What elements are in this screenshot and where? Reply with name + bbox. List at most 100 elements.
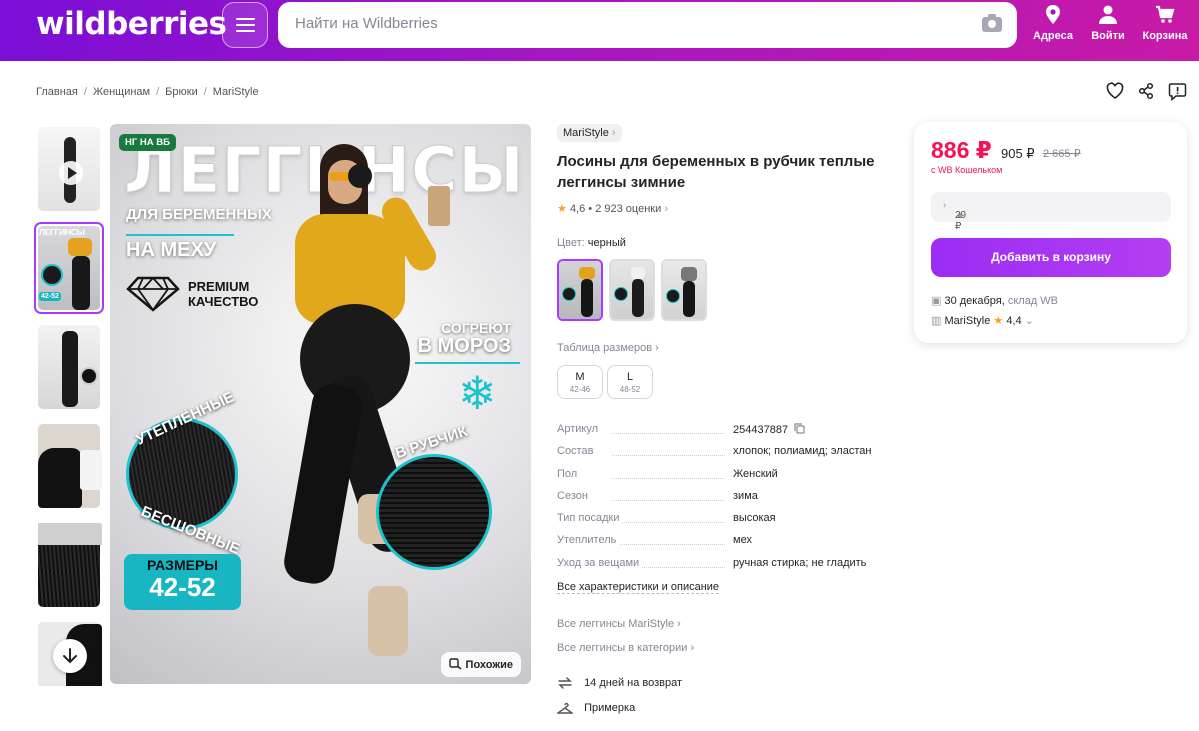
delivery-info: ▣ 30 декабря, склад WB xyxy=(931,294,1058,307)
thumbnail-video[interactable] xyxy=(34,123,104,215)
size-option-l[interactable]: L 48-52 xyxy=(607,365,653,399)
header-login[interactable]: Войти xyxy=(1081,4,1135,42)
regular-price: 905 ₽ xyxy=(1001,146,1035,161)
thumbnail-figure xyxy=(68,238,92,256)
wallet-price: 886 ₽ xyxy=(931,137,992,163)
header-cart[interactable]: Корзина xyxy=(1138,4,1192,42)
spec-key: Уход за вещами xyxy=(557,556,643,569)
thumbnail-circle xyxy=(80,367,98,385)
breadcrumb-item[interactable]: Брюки xyxy=(165,86,198,98)
thumbnail-figure xyxy=(62,331,78,407)
model-boot xyxy=(368,586,408,656)
thumbnail-image[interactable] xyxy=(34,321,104,413)
image-subtitle: НА МЕХУ xyxy=(126,239,217,261)
thumbnail-figure xyxy=(72,256,90,310)
price-card: 886 ₽ 905 ₽ 2 665 ₽ с WB Кошельком ▲ 29 … xyxy=(914,122,1187,343)
seller-name: MariStyle xyxy=(944,315,991,327)
spec-value: хлопок; полиамид; эластан xyxy=(733,445,872,458)
fitting-info: Примерка xyxy=(557,701,635,715)
color-swatch-2[interactable] xyxy=(609,259,655,321)
installment-amount: 29 ₽ xyxy=(955,210,967,232)
category-products-link[interactable]: Все леггинсы в категории › xyxy=(557,642,694,654)
breadcrumb-item[interactable]: Главная xyxy=(36,86,78,98)
copy-icon[interactable] xyxy=(794,423,805,434)
breadcrumb-item[interactable]: MariStyle xyxy=(213,86,259,98)
spec-value: мех xyxy=(733,534,752,547)
seller-info[interactable]: ▥ MariStyle ★ 4,4 ⌄ xyxy=(931,314,1034,327)
spec-value: 254437887 xyxy=(733,423,805,436)
accent-line xyxy=(415,362,520,364)
product-rating[interactable]: ★ 4,6 • 2 923 оценки › xyxy=(557,202,668,215)
wallet-note: с WB Кошельком xyxy=(931,165,1003,175)
login-label: Войти xyxy=(1091,30,1125,42)
reviews-count: 2 923 оценки xyxy=(595,203,662,215)
main-product-image[interactable]: ЛЕГГИНСЫ НГ НА ВБ ДЛЯ БЕРЕМЕННЫХ НА МЕХУ… xyxy=(110,124,531,684)
addresses-label: Адреса xyxy=(1033,30,1073,42)
color-label: Цвет: черный xyxy=(557,237,626,249)
share-icon[interactable] xyxy=(1138,82,1154,103)
similar-button[interactable]: Похожие xyxy=(441,652,521,677)
delivery-warehouse[interactable]: склад WB xyxy=(1008,295,1058,307)
thumbnail-size: 42-52 xyxy=(39,292,61,301)
size-option-m[interactable]: M 42-46 xyxy=(557,365,603,399)
heart-icon[interactable] xyxy=(1106,82,1124,103)
thumbnail-strip: ЛЕГГИНСЫ 42-52 xyxy=(34,123,104,686)
spec-row: Пол Женский xyxy=(557,467,897,490)
shop-icon: ▥ xyxy=(931,315,942,327)
camera-search-icon[interactable] xyxy=(982,14,1002,32)
spec-key: Тип посадки xyxy=(557,512,623,525)
brand-chip[interactable]: MariStyle › xyxy=(557,124,622,142)
hanger-icon xyxy=(557,702,573,714)
header-addresses[interactable]: Адреса xyxy=(1026,4,1080,42)
spec-value: высокая xyxy=(733,512,776,525)
breadcrumb-item[interactable]: Женщинам xyxy=(93,86,150,98)
search-input[interactable] xyxy=(295,15,955,32)
thumbnail-image[interactable] xyxy=(34,420,104,512)
arrow-down-icon xyxy=(63,648,77,664)
specs-table: Артикул 254437887 Состав хлопок; полиамид… xyxy=(557,423,897,579)
old-price: 2 665 ₽ xyxy=(1043,148,1081,160)
spec-row: Тип посадки высокая xyxy=(557,512,897,534)
spec-value: Женский xyxy=(733,467,778,480)
return-icon xyxy=(558,677,572,689)
breadcrumb: Главная / Женщинам / Брюки / MariStyle xyxy=(36,86,259,98)
spec-row: Уход за вещами ручная стирка; не гладить xyxy=(557,556,897,579)
add-to-cart-button[interactable]: Добавить в корзину xyxy=(931,238,1171,277)
thumbnail-cover[interactable]: ЛЕГГИНСЫ 42-52 xyxy=(34,222,104,314)
scroll-down-button[interactable] xyxy=(53,639,87,673)
all-specs-link[interactable]: Все характеристики и описание xyxy=(557,581,720,594)
image-subtitle: ДЛЯ БЕРЕМЕННЫХ xyxy=(126,206,272,223)
wildberries-logo[interactable]: wildberries xyxy=(36,6,227,42)
size-range: 42-46 xyxy=(569,385,591,394)
snowflake-icon: ❄ xyxy=(458,367,497,419)
similar-search-icon xyxy=(449,658,462,670)
report-icon[interactable] xyxy=(1168,82,1187,104)
location-pin-icon xyxy=(1046,5,1060,24)
spec-row: Состав хлопок; полиамид; эластан xyxy=(557,445,897,467)
return-text: 14 дней на возврат xyxy=(584,676,683,689)
spec-value: ручная стирка; не гладить xyxy=(733,556,867,569)
warm-text-large: В МОРОЗ xyxy=(417,335,511,357)
thumbnail-figure xyxy=(38,448,82,508)
thumbnail-image[interactable] xyxy=(34,519,104,611)
thumbnail-fur xyxy=(38,523,102,545)
thumbnail-title: ЛЕГГИНСЫ xyxy=(39,227,85,237)
star-icon: ★ xyxy=(993,315,1004,327)
brand-products-link[interactable]: Все леггинсы MariStyle › xyxy=(557,618,681,630)
color-swatch-black[interactable] xyxy=(557,259,603,321)
spec-row: Утеплитель мех xyxy=(557,534,897,556)
cart-label: Корзина xyxy=(1142,30,1188,42)
installment-row[interactable]: ▲ 29 ₽ › xyxy=(931,192,1171,232)
premium-quality: PREMIUM КАЧЕСТВО xyxy=(188,279,258,309)
star-icon: ★ xyxy=(557,203,567,215)
menu-bar xyxy=(236,18,255,21)
spec-key: Сезон xyxy=(557,489,591,502)
color-swatch-3[interactable] xyxy=(661,259,707,321)
thumbnail-circle xyxy=(41,264,63,286)
size-table-link[interactable]: Таблица размеров › xyxy=(557,342,659,354)
menu-button[interactable] xyxy=(222,2,268,48)
size-label: M xyxy=(575,371,585,383)
spec-row: Сезон зима xyxy=(557,489,897,512)
spec-key: Пол xyxy=(557,467,581,480)
spec-value: зима xyxy=(733,489,758,502)
